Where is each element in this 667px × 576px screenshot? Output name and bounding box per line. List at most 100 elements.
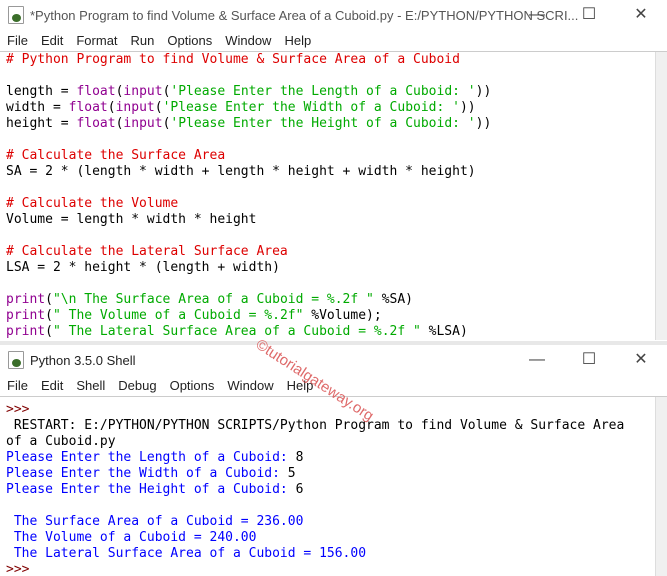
code-token: # Calculate the Volume	[6, 196, 179, 211]
code-token: SA = 2 * (length * width + length * heig…	[6, 164, 476, 179]
menu-debug[interactable]: Debug	[118, 378, 156, 393]
code-token: ))	[475, 116, 492, 131]
code-line: print(" The Lateral Surface Area of a Cu…	[6, 324, 667, 340]
shell-scrollbar[interactable]	[655, 397, 667, 576]
minimize-button[interactable]: —	[511, 345, 563, 375]
code-line: of a Cuboid.py	[6, 434, 667, 450]
code-token: 'Please Enter the Length of a Cuboid: '	[170, 84, 476, 99]
menu-file[interactable]: File	[7, 33, 28, 48]
shell-output-area[interactable]: >>> RESTART: E:/PYTHON/PYTHON SCRIPTS/Py…	[0, 396, 667, 576]
code-token: # Calculate the Lateral Surface Area	[6, 244, 288, 259]
editor-title: *Python Program to find Volume & Surface…	[30, 7, 579, 23]
code-line: The Volume of a Cuboid = 240.00	[6, 530, 667, 546]
code-token: print	[6, 308, 46, 323]
code-token: " The Lateral Surface Area of a Cuboid =…	[52, 324, 421, 339]
code-token: 6	[295, 482, 304, 497]
code-token: Please Enter the Length of a Cuboid:	[6, 450, 296, 465]
code-token: # Python Program to find Volume & Surfac…	[6, 52, 460, 67]
code-line: # Calculate the Volume	[6, 196, 667, 212]
code-line: print("\n The Surface Area of a Cuboid =…	[6, 292, 667, 308]
code-token: 'Please Enter the Height of a Cuboid: '	[170, 116, 476, 131]
code-line: RESTART: E:/PYTHON/PYTHON SCRIPTS/Python…	[6, 418, 667, 434]
menu-help[interactable]: Help	[284, 33, 311, 48]
code-line: length = float(input('Please Enter the L…	[6, 84, 667, 100]
code-line: Please Enter the Length of a Cuboid: 8	[6, 450, 667, 466]
code-token: # Calculate the Surface Area	[6, 148, 226, 163]
code-token: of a Cuboid.py	[6, 434, 116, 449]
code-line: print(" The Volume of a Cuboid = %.2f" %…	[6, 308, 667, 324]
code-token: %Volume);	[303, 308, 382, 323]
menu-options[interactable]: Options	[167, 33, 212, 48]
code-token: (	[45, 308, 53, 323]
code-token: RESTART: E:/PYTHON/PYTHON SCRIPTS/Python…	[6, 418, 625, 433]
menu-window[interactable]: Window	[225, 33, 271, 48]
code-line: # Python Program to find Volume & Surfac…	[6, 52, 667, 68]
code-token: print	[6, 292, 46, 307]
code-token: 'Please Enter the Width of a Cuboid: '	[162, 100, 460, 115]
code-token: Please Enter the Height of a Cuboid:	[6, 482, 296, 497]
code-line: SA = 2 * (length * width + length * heig…	[6, 164, 667, 180]
close-button[interactable]: ✕	[615, 0, 667, 30]
code-line: Please Enter the Height of a Cuboid: 6	[6, 482, 667, 498]
minimize-button[interactable]: —	[511, 0, 563, 30]
code-token: input	[115, 100, 155, 115]
menu-format[interactable]: Format	[76, 33, 117, 48]
code-line: LSA = 2 * height * (length + width)	[6, 260, 667, 276]
code-token: LSA = 2 * height * (length + width)	[6, 260, 280, 275]
code-token: 5	[287, 466, 296, 481]
code-line: width = float(input('Please Enter the Wi…	[6, 100, 667, 116]
code-line: height = float(input('Please Enter the H…	[6, 116, 667, 132]
code-token: %LSA)	[420, 324, 468, 339]
code-token: input	[123, 84, 163, 99]
code-token: " The Volume of a Cuboid = %.2f"	[52, 308, 304, 323]
menu-edit[interactable]: Edit	[41, 33, 63, 48]
code-token: (	[154, 100, 163, 115]
python-shell-icon	[8, 351, 24, 369]
code-token: ))	[475, 84, 492, 99]
menu-edit[interactable]: Edit	[41, 378, 63, 393]
code-token: width =	[6, 100, 69, 115]
code-token: float	[68, 100, 108, 115]
code-token: Please Enter the Width of a Cuboid:	[6, 466, 288, 481]
code-token: (	[107, 100, 116, 115]
menu-file[interactable]: File	[7, 378, 28, 393]
code-token: "\n The Surface Area of a Cuboid = %.2f …	[52, 292, 374, 307]
code-token: (	[45, 324, 53, 339]
code-line: Volume = length * width * height	[6, 212, 667, 228]
code-token: float	[76, 116, 116, 131]
code-token: height =	[6, 116, 77, 131]
close-button[interactable]: ✕	[615, 345, 667, 375]
code-line: # Calculate the Lateral Surface Area	[6, 244, 667, 260]
code-line: The Lateral Surface Area of a Cuboid = 1…	[6, 546, 667, 562]
code-token: ))	[459, 100, 476, 115]
code-line: >>>	[6, 562, 667, 576]
code-token: (	[45, 292, 53, 307]
code-token: %SA)	[373, 292, 414, 307]
editor-code-area[interactable]: # Python Program to find Volume & Surfac…	[0, 51, 667, 341]
code-token: The Surface Area of a Cuboid = 236.00	[6, 514, 304, 529]
code-line: The Surface Area of a Cuboid = 236.00	[6, 514, 667, 530]
shell-title: Python 3.5.0 Shell	[30, 352, 136, 368]
code-token: >>>	[6, 562, 38, 576]
editor-scrollbar[interactable]	[655, 52, 667, 340]
code-token: >>>	[6, 402, 30, 417]
editor-titlebar: *Python Program to find Volume & Surface…	[0, 0, 667, 30]
code-token: The Lateral Surface Area of a Cuboid = 1…	[6, 546, 367, 561]
maximize-button[interactable]: ☐	[563, 345, 615, 375]
editor-menubar: File Edit Format Run Options Window Help	[0, 29, 667, 51]
code-token: Volume = length * width * height	[6, 212, 257, 227]
menu-options[interactable]: Options	[170, 378, 215, 393]
maximize-button[interactable]: ☐	[563, 0, 615, 30]
code-token: length =	[6, 84, 77, 99]
code-line: # Calculate the Surface Area	[6, 148, 667, 164]
menu-run[interactable]: Run	[131, 33, 155, 48]
menu-window[interactable]: Window	[227, 378, 273, 393]
menu-shell[interactable]: Shell	[76, 378, 105, 393]
code-token: 8	[295, 450, 304, 465]
